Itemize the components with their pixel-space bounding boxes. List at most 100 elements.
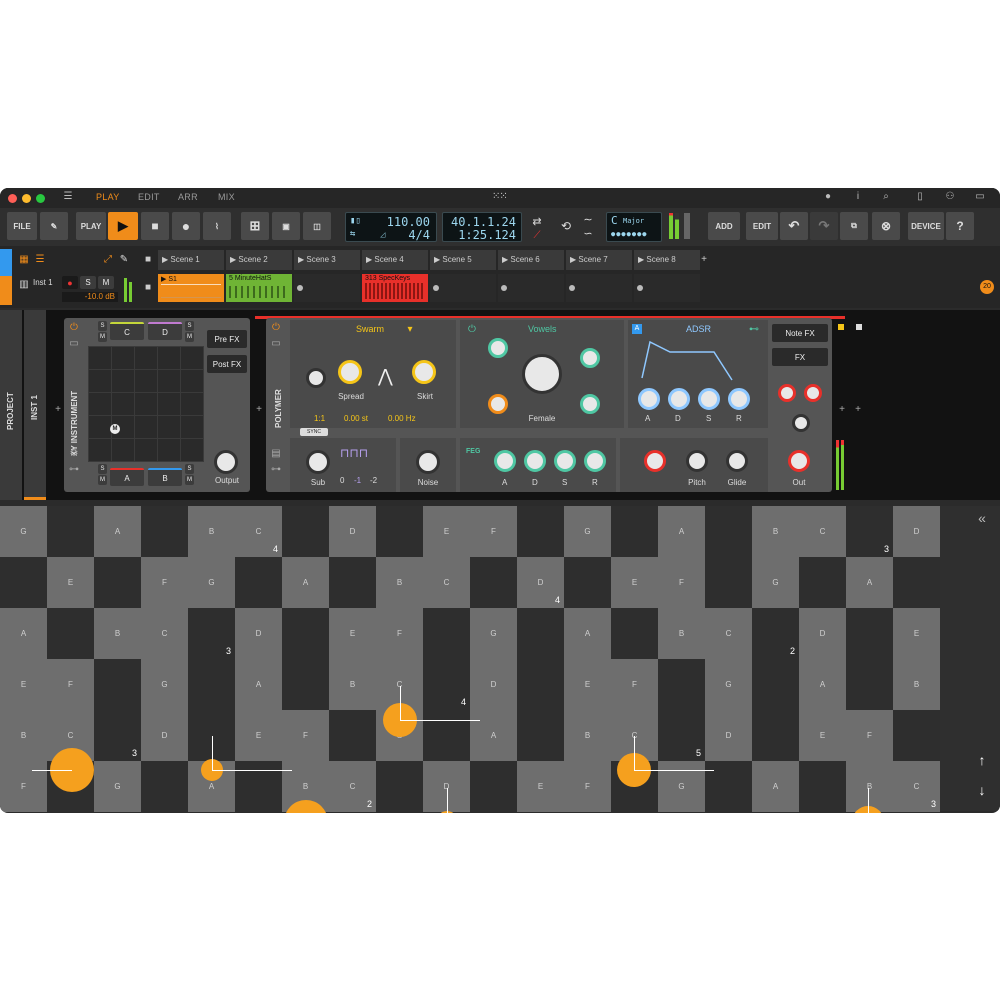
note-pad[interactable]: B xyxy=(893,659,940,710)
grid-view-icon[interactable]: ▦ xyxy=(18,254,30,266)
note-pad[interactable]: G xyxy=(94,761,141,812)
scene-6[interactable]: ▶ Scene 6 xyxy=(498,250,564,270)
punch-icon[interactable]: ⟋ xyxy=(531,230,543,242)
clip-scene-1[interactable]: ▶ S1 xyxy=(158,274,224,302)
note-pad[interactable] xyxy=(235,557,282,608)
note-pad[interactable]: G xyxy=(470,608,517,659)
note-pad[interactable]: 3 xyxy=(846,506,893,557)
note-pad[interactable]: C2 xyxy=(329,761,376,812)
noise-knob[interactable] xyxy=(416,450,440,474)
note-pad[interactable]: E xyxy=(611,557,658,608)
note-pad[interactable] xyxy=(799,761,846,812)
note-pad[interactable]: B xyxy=(752,506,799,557)
note-pad[interactable]: G xyxy=(0,506,47,557)
note-pad[interactable]: B xyxy=(329,659,376,710)
note-pad[interactable]: F xyxy=(141,557,188,608)
skirt-knob[interactable] xyxy=(412,360,436,384)
note-pad[interactable]: B xyxy=(846,761,893,812)
note-pad[interactable]: A xyxy=(846,557,893,608)
inst-label[interactable]: INST 1 xyxy=(30,395,39,420)
note-pad[interactable]: 4 xyxy=(423,659,470,710)
out-mod-knob-2[interactable] xyxy=(804,384,822,402)
add-device-icon[interactable]: + xyxy=(253,404,265,416)
note-pad[interactable]: F xyxy=(376,608,423,659)
note-pad[interactable] xyxy=(517,506,564,557)
solo-a-button[interactable]: S xyxy=(98,464,107,474)
add-device-icon[interactable]: + xyxy=(852,404,864,416)
note-pad[interactable]: F xyxy=(611,659,658,710)
octave-up-icon[interactable]: ↑ xyxy=(976,753,988,767)
note-pad[interactable]: F xyxy=(282,710,329,761)
note-pad[interactable]: G xyxy=(658,761,705,812)
slot-button[interactable] xyxy=(637,285,643,291)
edit-button[interactable]: EDIT xyxy=(746,212,778,240)
mute-button[interactable]: M xyxy=(98,276,114,289)
note-pad[interactable]: B xyxy=(376,557,423,608)
position-display[interactable]: 40.1.1.24 1:25.124 xyxy=(442,212,522,242)
amp-sustain-knob[interactable] xyxy=(698,388,720,410)
note-pad[interactable]: G xyxy=(188,557,235,608)
play-mode-button[interactable]: PLAY xyxy=(76,212,106,240)
mute-d-button[interactable]: M xyxy=(185,332,194,342)
dropdown-icon[interactable]: ▾ xyxy=(404,324,416,336)
note-pad[interactable]: B xyxy=(564,710,611,761)
note-pad[interactable] xyxy=(282,608,329,659)
mode-edit[interactable]: EDIT xyxy=(138,192,160,202)
note-pad[interactable] xyxy=(470,557,517,608)
file-button[interactable]: FILE xyxy=(7,212,37,240)
feg-decay-knob[interactable] xyxy=(524,450,546,472)
note-pad[interactable] xyxy=(752,659,799,710)
out-knob[interactable] xyxy=(788,450,810,472)
zoom-window-button[interactable] xyxy=(36,194,45,203)
freq-value[interactable]: 0.00 Hz xyxy=(388,414,416,423)
clip-scene-4[interactable]: 313 SpecKeys xyxy=(362,274,428,302)
note-pad[interactable]: D xyxy=(329,506,376,557)
output-knob[interactable] xyxy=(214,450,238,474)
note-pad[interactable] xyxy=(470,761,517,812)
note-pad[interactable]: F xyxy=(564,761,611,812)
minimize-window-button[interactable] xyxy=(22,194,31,203)
note-pad[interactable]: 5 xyxy=(658,710,705,761)
cutoff-knob[interactable] xyxy=(522,354,562,394)
note-pad[interactable] xyxy=(705,761,752,812)
folder-icon[interactable]: ▭ xyxy=(68,338,80,350)
note-grid[interactable]: GABC4DEFGABC3DEFGABCD4EFGAABC3DEFGABC2DE… xyxy=(0,506,966,813)
note-pad[interactable] xyxy=(47,506,94,557)
note-pad[interactable]: B xyxy=(658,608,705,659)
note-pad[interactable] xyxy=(517,659,564,710)
add-clip-button[interactable]: ⊞ xyxy=(241,212,269,240)
note-pad[interactable] xyxy=(893,710,940,761)
master-volume-slider[interactable] xyxy=(684,213,690,239)
undo-button[interactable]: ↶ xyxy=(780,212,808,240)
capture-button[interactable]: ▣ xyxy=(272,212,300,240)
mute-b-button[interactable]: M xyxy=(185,475,194,485)
empty-slot-3[interactable] xyxy=(294,274,360,302)
solo-b-button[interactable]: S xyxy=(185,464,194,474)
note-pad[interactable] xyxy=(423,608,470,659)
note-pad[interactable]: F xyxy=(0,761,47,812)
note-pad[interactable] xyxy=(329,710,376,761)
mode-mix[interactable]: MIX xyxy=(218,192,235,202)
note-pad[interactable] xyxy=(658,659,705,710)
collapse-left-icon[interactable]: « xyxy=(976,511,988,525)
folder-icon[interactable]: ▭ xyxy=(270,338,282,350)
solo-button[interactable]: S xyxy=(80,276,96,289)
octave-0[interactable]: 0 xyxy=(340,476,344,485)
amp-attack-knob[interactable] xyxy=(638,388,660,410)
pre-fx-button[interactable]: Pre FX xyxy=(207,330,247,348)
solo-c-button[interactable]: S xyxy=(98,321,107,331)
note-pad[interactable]: F xyxy=(47,659,94,710)
note-pad[interactable]: C3 xyxy=(893,761,940,812)
filter-mode[interactable]: Female xyxy=(522,414,562,423)
settings-icon[interactable]: ▤ xyxy=(270,448,282,460)
search-icon[interactable]: ⌕ xyxy=(880,191,892,203)
slot-button[interactable] xyxy=(297,285,303,291)
octave-down-icon[interactable]: ↓ xyxy=(976,783,988,797)
close-window-button[interactable] xyxy=(8,194,17,203)
keytrack-knob[interactable] xyxy=(580,394,600,414)
pencil-small-icon[interactable]: ✎ xyxy=(118,254,130,266)
pad-d[interactable]: D xyxy=(148,322,182,340)
resonance-knob[interactable] xyxy=(580,348,600,368)
scene-4[interactable]: ▶ Scene 4 xyxy=(362,250,428,270)
spread-knob[interactable] xyxy=(338,360,362,384)
